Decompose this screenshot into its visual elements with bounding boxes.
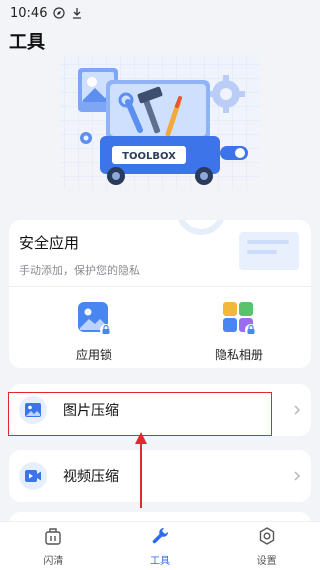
page-title: 工具 — [9, 32, 45, 53]
svg-text:TOOLBOX: TOOLBOX — [122, 151, 176, 162]
app-lock-button[interactable]: 应用锁 — [34, 300, 154, 362]
private-album-button[interactable]: 隐私相册 — [179, 300, 299, 362]
status-bar: 10:46 — [0, 0, 320, 26]
chevron-right-icon — [293, 404, 301, 416]
bottom-tab-bar: 闪清 工具 设置 — [0, 521, 320, 570]
divider — [9, 286, 311, 287]
app-lock-icon — [76, 300, 112, 340]
arrow-up-annotation — [134, 430, 148, 514]
download-icon — [71, 7, 83, 19]
toolbox-illustration: TOOLBOX — [50, 50, 270, 200]
private-album-icon — [221, 300, 257, 340]
compass-icon — [53, 7, 66, 19]
video-compress-icon — [19, 462, 47, 490]
chevron-right-icon — [293, 470, 301, 482]
security-card-title: 安全应用 — [19, 234, 80, 252]
security-apps-card: 安全应用 手动添加，保护您的隐私 应用锁 隐私相册 — [9, 220, 311, 368]
tab-tools[interactable]: 工具 — [107, 522, 214, 570]
settings-icon — [257, 526, 277, 550]
tab-settings-label: 设置 — [256, 555, 277, 567]
app-lock-label: 应用锁 — [75, 348, 112, 362]
private-album-label: 隐私相册 — [214, 348, 263, 362]
decorative-shape — [171, 220, 311, 290]
video-compress-label: 视频压缩 — [63, 469, 119, 485]
tab-tools-label: 工具 — [150, 555, 170, 567]
tab-quick-clean-label: 闪清 — [43, 555, 64, 567]
video-compress-row[interactable]: 视频压缩 — [9, 450, 311, 502]
tab-settings[interactable]: 设置 — [213, 522, 320, 570]
quick-clean-icon — [43, 526, 63, 550]
status-time: 10:46 — [10, 5, 48, 21]
security-card-subtitle: 手动添加，保护您的隐私 — [19, 264, 140, 277]
tab-quick-clean[interactable]: 闪清 — [0, 522, 107, 570]
wrench-icon — [150, 526, 170, 550]
